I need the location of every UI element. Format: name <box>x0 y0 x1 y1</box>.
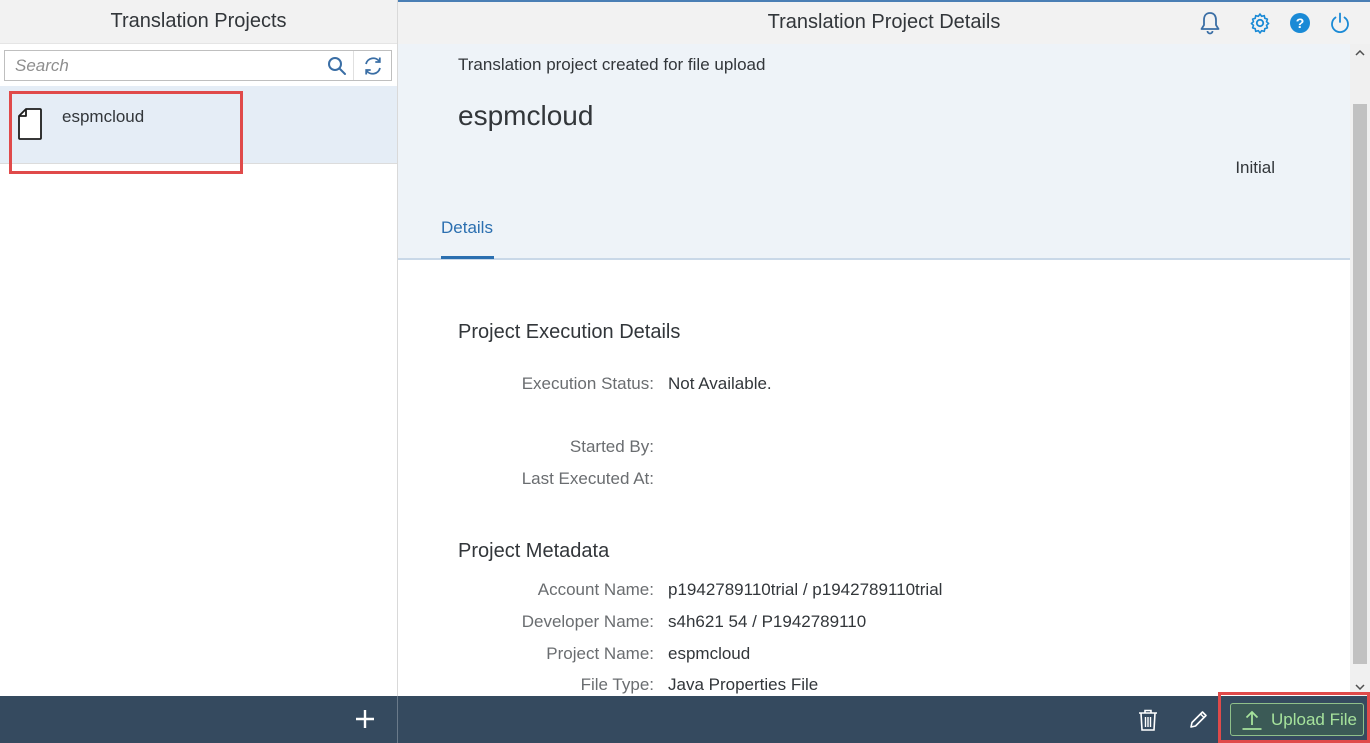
detail-title: Translation Project Details <box>767 11 1001 33</box>
field-label: File Type: <box>580 675 654 694</box>
upload-file-button[interactable]: Upload File <box>1230 703 1364 736</box>
bell-icon <box>1200 12 1220 35</box>
plus-icon <box>356 710 374 728</box>
field-label: Project Name: <box>546 644 654 663</box>
field-last-executed-at: Last Executed At: <box>398 469 1350 493</box>
field-value: Java Properties File <box>668 675 819 694</box>
field-account-name: Account Name: p1942789110trial / p194278… <box>398 580 1350 604</box>
refresh-button[interactable] <box>353 51 391 80</box>
field-value: espmcloud <box>668 644 751 663</box>
object-header: Translation project created for file upl… <box>398 44 1350 260</box>
field-label: Started By: <box>569 437 654 456</box>
search-button[interactable] <box>321 51 353 80</box>
notifications-button[interactable] <box>1197 10 1223 36</box>
add-project-button[interactable] <box>351 705 379 733</box>
refresh-icon <box>364 56 381 75</box>
tab-selected-indicator <box>441 256 494 259</box>
upload-icon <box>1242 710 1262 730</box>
field-file-type: File Type: Java Properties File <box>398 675 1350 696</box>
field-value: s4h621 54 / P1942789110 <box>668 612 867 631</box>
upload-file-label: Upload File <box>1271 709 1357 729</box>
field-developer-name: Developer Name: s4h621 54 / P1942789110 <box>398 612 1350 636</box>
detail-header-bar: Translation Project Details ? <box>398 0 1370 44</box>
list-item-label: espmcloud <box>62 107 145 126</box>
settings-button[interactable] <box>1247 10 1273 36</box>
master-title: Translation Projects <box>110 10 287 32</box>
search-input[interactable] <box>5 51 321 80</box>
delete-button[interactable] <box>1136 708 1160 732</box>
field-label: Account Name: <box>537 580 654 599</box>
scrollbar-thumb[interactable] <box>1353 104 1367 664</box>
gear-icon <box>1250 13 1270 34</box>
field-project-name: Project Name: espmcloud <box>398 644 1350 668</box>
field-value: Not Available. <box>668 374 772 393</box>
section-title-execution: Project Execution Details <box>458 321 681 343</box>
help-button[interactable]: ? <box>1287 10 1313 36</box>
status-text: Initial <box>1235 158 1275 177</box>
app-window: Translation Projects Search espmcloud Tr… <box>0 0 1370 743</box>
scroll-up-button[interactable] <box>1350 44 1370 62</box>
vertical-scrollbar[interactable] <box>1350 44 1370 696</box>
trash-icon <box>1139 709 1157 731</box>
master-header: Translation Projects <box>0 0 397 44</box>
object-subtitle: Translation project created for file upl… <box>458 55 766 74</box>
field-label: Execution Status: <box>521 374 654 393</box>
edit-button[interactable] <box>1186 708 1210 732</box>
details-content: Project Execution Details Execution Stat… <box>398 260 1350 696</box>
tab-details[interactable]: Details <box>441 218 493 258</box>
field-value: p1942789110trial / p1942789110trial <box>668 580 943 599</box>
power-icon <box>1331 12 1349 34</box>
object-title: espmcloud <box>458 100 594 131</box>
scroll-down-button[interactable] <box>1350 678 1370 696</box>
master-pane: Translation Projects Search espmcloud <box>0 0 398 743</box>
svg-text:?: ? <box>1296 15 1305 31</box>
search-icon <box>328 56 346 75</box>
list-item[interactable]: espmcloud <box>0 86 397 164</box>
chevron-up-icon <box>1355 50 1365 56</box>
section-title-metadata: Project Metadata <box>458 540 610 562</box>
document-icon <box>18 108 42 140</box>
field-started-by: Started By: <box>398 437 1350 461</box>
detail-footer: Upload File <box>398 696 1370 743</box>
master-footer <box>0 696 398 743</box>
chevron-down-icon <box>1355 684 1365 690</box>
field-label: Last Executed At: <box>521 469 654 488</box>
logout-button[interactable] <box>1327 10 1353 36</box>
edit-icon <box>1190 711 1207 728</box>
help-icon: ? <box>1290 13 1310 33</box>
field-execution-status: Execution Status: Not Available. <box>398 374 1350 398</box>
search-bar <box>4 50 392 81</box>
field-label: Developer Name: <box>521 612 654 631</box>
detail-pane: Translation Project Details ? Translatio… <box>398 0 1370 743</box>
